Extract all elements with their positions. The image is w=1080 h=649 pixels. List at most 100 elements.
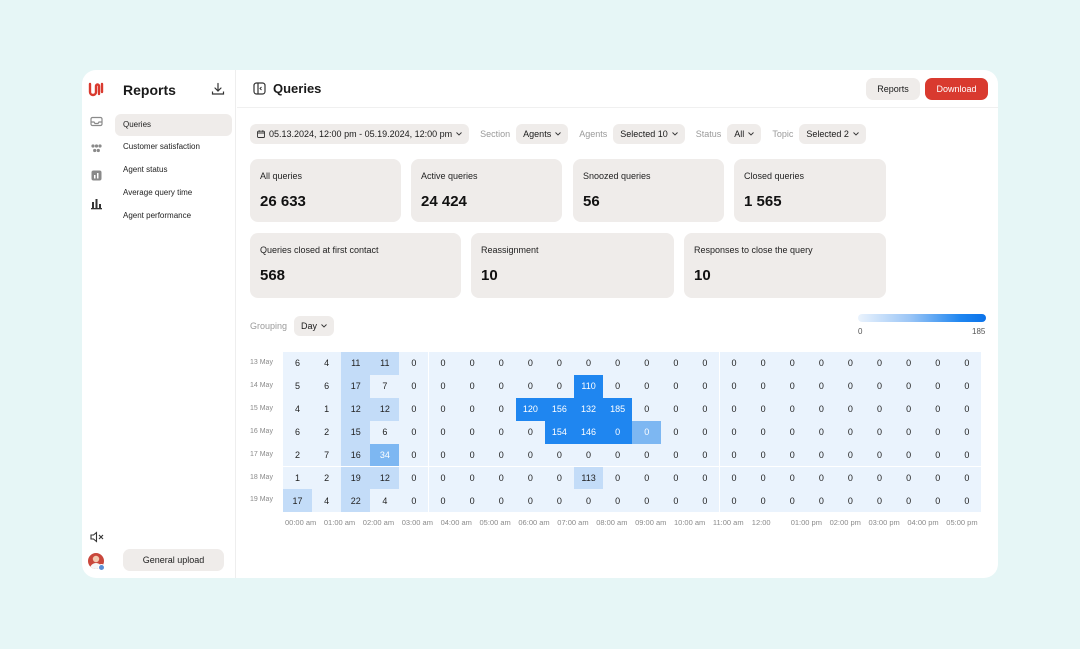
heatmap-cell[interactable]: 0 xyxy=(835,420,865,444)
heatmap-cell[interactable]: 0 xyxy=(428,443,458,467)
heatmap-cell[interactable]: 0 xyxy=(690,420,720,444)
heatmap-cell[interactable]: 0 xyxy=(457,466,487,490)
heatmap-cell[interactable]: 0 xyxy=(457,397,487,421)
heatmap-cell[interactable]: 0 xyxy=(661,466,691,490)
heatmap-cell[interactable]: 0 xyxy=(806,420,836,444)
heatmap-cell[interactable]: 0 xyxy=(515,352,545,375)
heatmap-cell[interactable]: 2 xyxy=(283,443,313,467)
heatmap-cell[interactable]: 4 xyxy=(312,352,342,375)
heatmap-cell[interactable]: 0 xyxy=(486,443,516,467)
heatmap-cell[interactable]: 0 xyxy=(748,443,778,467)
heatmap-cell[interactable]: 0 xyxy=(923,374,953,398)
heatmap-cell[interactable]: 0 xyxy=(574,352,604,375)
heatmap-cell[interactable]: 0 xyxy=(748,420,778,444)
heatmap-cell[interactable]: 0 xyxy=(457,352,487,375)
agents-filter-select[interactable]: Selected 10 xyxy=(613,123,685,144)
heatmap-cell[interactable]: 4 xyxy=(312,489,342,513)
heatmap-cell[interactable]: 22 xyxy=(341,489,371,513)
team-icon[interactable] xyxy=(90,142,103,155)
heatmap-cell[interactable]: 0 xyxy=(865,443,895,467)
heatmap-cell[interactable]: 0 xyxy=(603,352,633,375)
heatmap-cell[interactable]: 146 xyxy=(574,420,604,444)
heatmap-cell[interactable]: 0 xyxy=(690,374,720,398)
heatmap-cell[interactable]: 0 xyxy=(661,397,691,421)
heatmap-cell[interactable]: 17 xyxy=(283,489,313,513)
heatmap-cell[interactable]: 0 xyxy=(865,420,895,444)
heatmap-cell[interactable]: 11 xyxy=(370,352,400,375)
heatmap-cell[interactable]: 0 xyxy=(544,352,574,375)
heatmap-cell[interactable]: 0 xyxy=(952,489,982,513)
sound-off-icon[interactable] xyxy=(90,531,104,543)
topic-filter-select[interactable]: Selected 2 xyxy=(799,123,866,144)
heatmap-cell[interactable]: 0 xyxy=(603,466,633,490)
heatmap-cell[interactable]: 0 xyxy=(923,420,953,444)
heatmap-cell[interactable]: 0 xyxy=(952,352,982,375)
heatmap-cell[interactable]: 0 xyxy=(661,489,691,513)
heatmap-cell[interactable]: 154 xyxy=(544,420,574,444)
heatmap-cell[interactable]: 120 xyxy=(515,397,545,421)
heatmap-cell[interactable]: 185 xyxy=(603,397,633,421)
brand-logo-icon[interactable] xyxy=(88,81,104,97)
heatmap-cell[interactable]: 0 xyxy=(894,374,924,398)
heatmap-cell[interactable]: 0 xyxy=(574,443,604,467)
heatmap-cell[interactable]: 0 xyxy=(399,397,429,421)
heatmap-cell[interactable]: 16 xyxy=(341,443,371,467)
heatmap-cell[interactable]: 0 xyxy=(835,466,865,490)
heatmap-cell[interactable]: 0 xyxy=(486,352,516,375)
heatmap-cell[interactable]: 0 xyxy=(865,374,895,398)
heatmap-cell[interactable]: 0 xyxy=(399,466,429,490)
heatmap-cell[interactable]: 12 xyxy=(341,397,371,421)
heatmap-cell[interactable]: 0 xyxy=(486,374,516,398)
sidebar-item-customer-satisfaction[interactable]: Customer satisfaction xyxy=(115,136,232,158)
heatmap-cell[interactable]: 0 xyxy=(632,420,662,444)
heatmap-cell[interactable]: 7 xyxy=(312,443,342,467)
heatmap-cell[interactable]: 0 xyxy=(457,443,487,467)
sidebar-item-agent-status[interactable]: Agent status xyxy=(115,159,232,181)
heatmap-cell[interactable]: 0 xyxy=(661,374,691,398)
heatmap-cell[interactable]: 0 xyxy=(894,443,924,467)
sidebar-item-queries[interactable]: Queries xyxy=(115,114,232,136)
heatmap-cell[interactable]: 0 xyxy=(632,352,662,375)
heatmap-cell[interactable]: 4 xyxy=(370,489,400,513)
heatmap-cell[interactable]: 0 xyxy=(748,374,778,398)
heatmap-cell[interactable]: 0 xyxy=(952,374,982,398)
heatmap-cell[interactable]: 0 xyxy=(923,489,953,513)
heatmap-cell[interactable]: 0 xyxy=(748,352,778,375)
grouping-select[interactable]: Day xyxy=(294,316,335,336)
heatmap-cell[interactable]: 4 xyxy=(283,397,313,421)
heatmap-cell[interactable]: 0 xyxy=(661,352,691,375)
heatmap-cell[interactable]: 0 xyxy=(777,420,807,444)
heatmap-cell[interactable]: 0 xyxy=(835,443,865,467)
heatmap-cell[interactable]: 0 xyxy=(806,466,836,490)
heatmap-cell[interactable]: 0 xyxy=(952,443,982,467)
heatmap-cell[interactable]: 0 xyxy=(428,352,458,375)
heatmap-cell[interactable]: 0 xyxy=(603,420,633,444)
heatmap-cell[interactable]: 0 xyxy=(603,489,633,513)
heatmap-cell[interactable]: 0 xyxy=(690,443,720,467)
heatmap-cell[interactable]: 0 xyxy=(690,352,720,375)
heatmap-cell[interactable]: 0 xyxy=(806,489,836,513)
heatmap-cell[interactable]: 0 xyxy=(719,420,749,444)
heatmap-cell[interactable]: 0 xyxy=(515,374,545,398)
heatmap-cell[interactable]: 0 xyxy=(719,466,749,490)
heatmap-cell[interactable]: 0 xyxy=(428,466,458,490)
heatmap-cell[interactable]: 0 xyxy=(457,374,487,398)
heatmap-cell[interactable]: 0 xyxy=(806,374,836,398)
heatmap-cell[interactable]: 0 xyxy=(399,489,429,513)
general-upload-button[interactable]: General upload xyxy=(123,549,224,571)
heatmap-cell[interactable]: 0 xyxy=(515,489,545,513)
heatmap-cell[interactable]: 0 xyxy=(777,352,807,375)
heatmap-cell[interactable]: 5 xyxy=(283,374,313,398)
heatmap-cell[interactable]: 0 xyxy=(515,443,545,467)
heatmap-cell[interactable]: 156 xyxy=(544,397,574,421)
heatmap-cell[interactable]: 0 xyxy=(632,443,662,467)
heatmap-cell[interactable]: 0 xyxy=(399,352,429,375)
download-icon[interactable] xyxy=(211,82,225,96)
heatmap-cell[interactable]: 0 xyxy=(777,489,807,513)
heatmap-cell[interactable]: 0 xyxy=(923,352,953,375)
heatmap-cell[interactable]: 0 xyxy=(777,397,807,421)
heatmap-cell[interactable]: 0 xyxy=(777,466,807,490)
heatmap-cell[interactable]: 6 xyxy=(283,420,313,444)
heatmap-cell[interactable]: 12 xyxy=(370,397,400,421)
heatmap-cell[interactable]: 0 xyxy=(894,352,924,375)
